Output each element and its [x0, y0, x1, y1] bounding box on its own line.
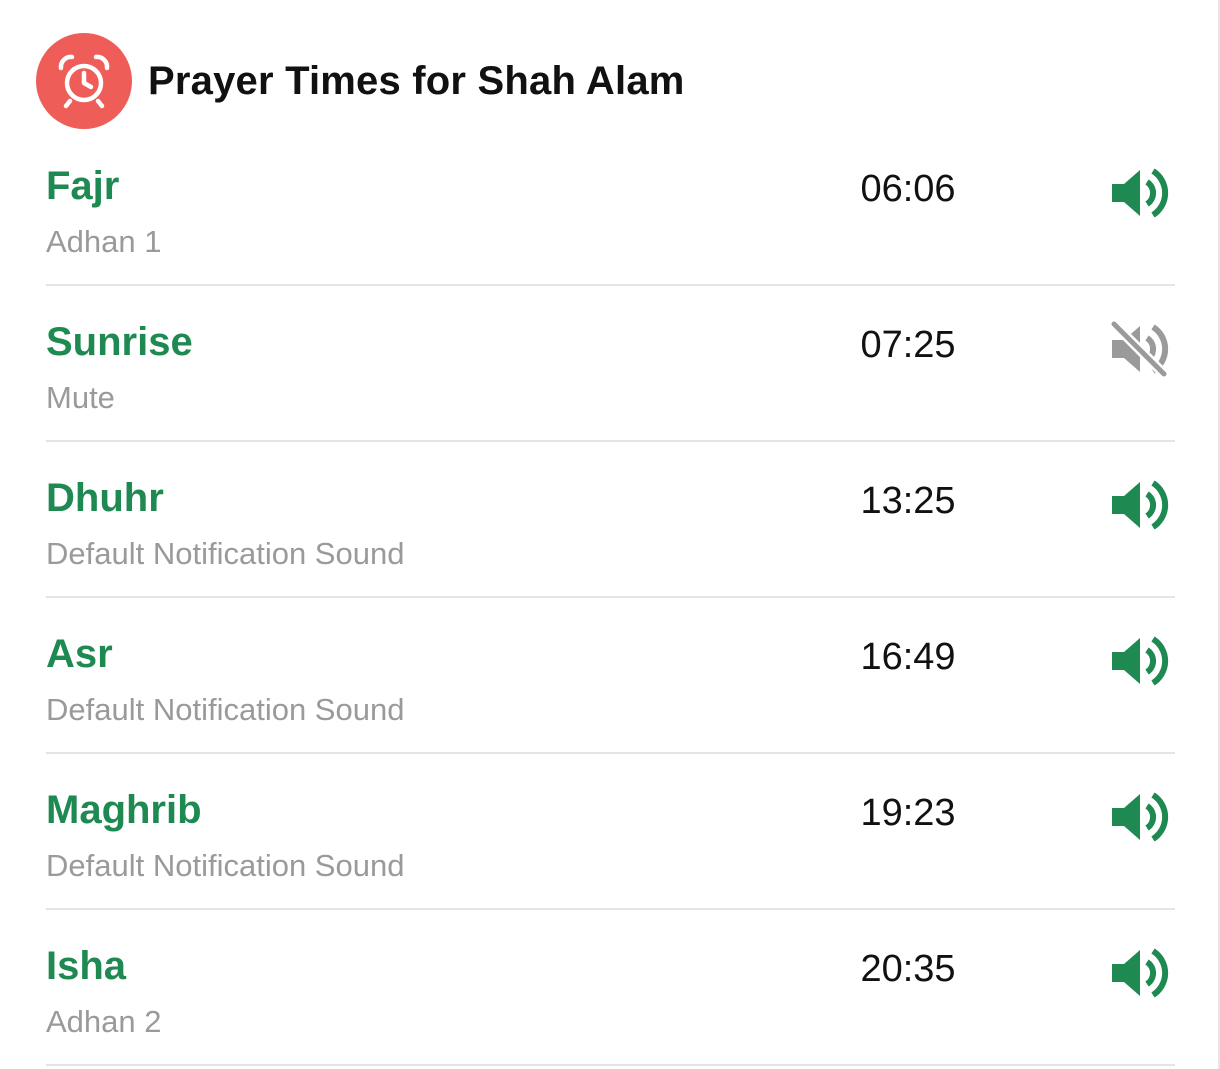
speaker-icon[interactable] — [1108, 630, 1170, 692]
prayer-row-dhuhr[interactable]: Dhuhr Default Notification Sound 13:25 — [46, 442, 1175, 598]
prayer-time: 20:35 — [860, 948, 956, 990]
prayer-name: Isha — [46, 944, 127, 988]
speaker-muted-icon[interactable] — [1108, 318, 1170, 380]
speaker-icon[interactable] — [1108, 162, 1170, 224]
prayer-time: 07:25 — [860, 324, 956, 366]
prayer-sound-label: Mute — [46, 380, 115, 415]
prayer-times-screen: Prayer Times for Shah Alam Fajr Adhan 1 06… — [0, 0, 1220, 1069]
prayer-sound-label: Adhan 2 — [46, 1004, 162, 1039]
prayer-name: Asr — [46, 632, 113, 676]
prayer-row-maghrib[interactable]: Maghrib Default Notification Sound 19:23 — [46, 754, 1175, 910]
prayer-time: 06:06 — [860, 168, 956, 210]
prayer-list: Fajr Adhan 1 06:06 Sunrise Mute 07:25 Dhuhr Def… — [46, 130, 1175, 1066]
prayer-sound-label: Default Notification Sound — [46, 536, 405, 571]
header: Prayer Times for Shah Alam — [36, 33, 685, 129]
prayer-time: 13:25 — [860, 480, 956, 522]
prayer-sound-label: Default Notification Sound — [46, 848, 405, 883]
speaker-icon[interactable] — [1108, 786, 1170, 848]
prayer-row-fajr[interactable]: Fajr Adhan 1 06:06 — [46, 130, 1175, 286]
prayer-name: Sunrise — [46, 320, 193, 364]
prayer-row-sunrise[interactable]: Sunrise Mute 07:25 — [46, 286, 1175, 442]
speaker-icon[interactable] — [1108, 474, 1170, 536]
prayer-sound-label: Adhan 1 — [46, 224, 162, 259]
prayer-name: Fajr — [46, 164, 120, 208]
speaker-icon[interactable] — [1108, 942, 1170, 1004]
prayer-name: Dhuhr — [46, 476, 164, 520]
prayer-row-asr[interactable]: Asr Default Notification Sound 16:49 — [46, 598, 1175, 754]
page-title: Prayer Times for Shah Alam — [148, 58, 685, 103]
prayer-name: Maghrib — [46, 788, 202, 832]
prayer-sound-label: Default Notification Sound — [46, 692, 405, 727]
alarm-clock-icon — [36, 33, 132, 129]
prayer-row-isha[interactable]: Isha Adhan 2 20:35 — [46, 910, 1175, 1066]
prayer-time: 19:23 — [860, 792, 956, 834]
prayer-time: 16:49 — [860, 636, 956, 678]
